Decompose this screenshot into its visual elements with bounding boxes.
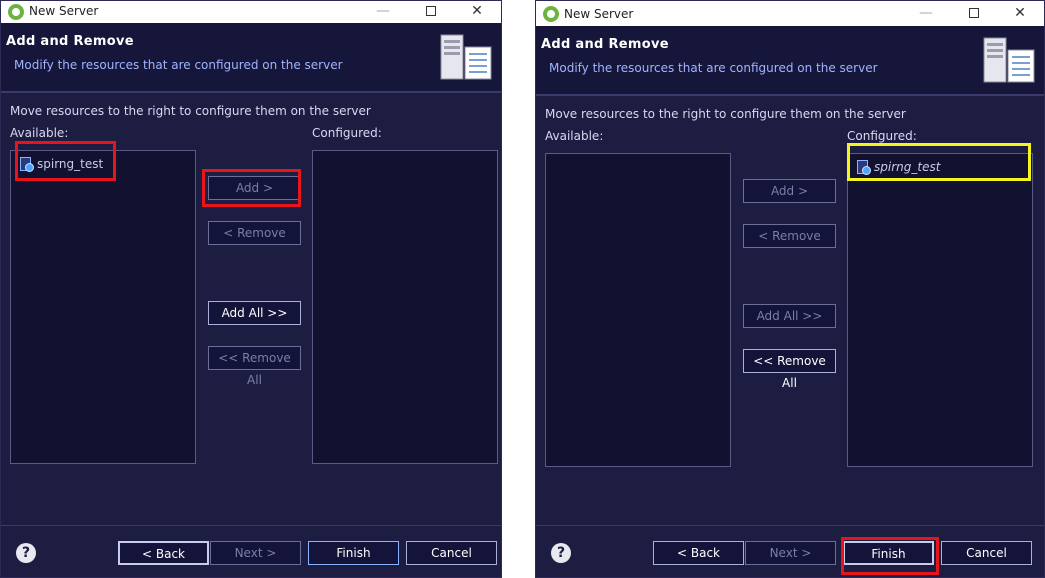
- title-bar: New Server — ✕: [536, 1, 1044, 26]
- cancel-button[interactable]: Cancel: [941, 541, 1032, 565]
- close-button[interactable]: ✕: [455, 1, 499, 23]
- remove-all-button[interactable]: << Remove All: [743, 349, 836, 390]
- configured-list[interactable]: spirng_test: [847, 153, 1033, 467]
- list-item[interactable]: spirng_test: [19, 155, 103, 173]
- project-name: spirng_test: [37, 157, 104, 171]
- maximize-button[interactable]: [952, 1, 996, 26]
- minimize-button[interactable]: —: [361, 1, 405, 23]
- title-bar: New Server — ✕: [1, 1, 501, 23]
- configured-label: Configured:: [847, 129, 917, 143]
- add-all-button[interactable]: Add All >>: [743, 304, 836, 328]
- page-subtitle: Modify the resources that are configured…: [14, 58, 343, 72]
- project-name: spirng_test: [874, 160, 941, 174]
- available-list[interactable]: [545, 153, 731, 467]
- web-project-icon: [19, 157, 34, 172]
- window-title: New Server: [29, 4, 99, 18]
- add-button[interactable]: Add >: [208, 176, 301, 200]
- close-button[interactable]: ✕: [998, 1, 1042, 26]
- server-icon: [440, 34, 492, 80]
- remove-all-button[interactable]: << Remove All: [208, 346, 301, 387]
- back-button[interactable]: < Back: [118, 541, 209, 565]
- spring-logo-icon: [543, 6, 559, 22]
- web-project-icon: [856, 160, 871, 175]
- list-item[interactable]: spirng_test: [856, 158, 940, 176]
- next-button[interactable]: Next >: [745, 541, 836, 565]
- maximize-button[interactable]: [409, 1, 453, 23]
- remove-button[interactable]: < Remove: [208, 221, 301, 245]
- configured-label: Configured:: [312, 126, 382, 140]
- wizard-body: Move resources to the right to configure…: [536, 98, 1044, 525]
- window-title: New Server: [564, 7, 634, 21]
- help-icon[interactable]: ?: [551, 543, 571, 563]
- new-server-dialog-before: New Server — ✕ Add and Remove Modify the…: [0, 0, 502, 578]
- wizard-footer: ? < Back Next > Finish Cancel: [536, 525, 1044, 577]
- next-button[interactable]: Next >: [210, 541, 301, 565]
- finish-button[interactable]: Finish: [843, 541, 934, 565]
- wizard-header: Add and Remove Modify the resources that…: [1, 23, 501, 93]
- add-all-button[interactable]: Add All >>: [208, 301, 301, 325]
- instruction-text: Move resources to the right to configure…: [545, 107, 906, 121]
- instruction-text: Move resources to the right to configure…: [10, 104, 371, 118]
- spring-logo-icon: [8, 4, 24, 20]
- page-title: Add and Remove: [541, 37, 669, 52]
- available-label: Available:: [545, 129, 604, 143]
- finish-button[interactable]: Finish: [308, 541, 399, 565]
- back-button[interactable]: < Back: [653, 541, 744, 565]
- server-icon: [983, 37, 1035, 83]
- remove-button[interactable]: < Remove: [743, 224, 836, 248]
- available-list[interactable]: spirng_test: [10, 150, 196, 464]
- wizard-footer: ? < Back Next > Finish Cancel: [1, 525, 501, 577]
- wizard-body: Move resources to the right to configure…: [1, 95, 501, 525]
- page-subtitle: Modify the resources that are configured…: [549, 61, 878, 75]
- help-icon[interactable]: ?: [16, 543, 36, 563]
- minimize-button[interactable]: —: [904, 1, 948, 26]
- new-server-dialog-after: New Server — ✕ Add and Remove Modify the…: [535, 0, 1045, 578]
- add-button[interactable]: Add >: [743, 179, 836, 203]
- configured-list[interactable]: [312, 150, 498, 464]
- cancel-button[interactable]: Cancel: [406, 541, 497, 565]
- wizard-header: Add and Remove Modify the resources that…: [536, 26, 1044, 96]
- available-label: Available:: [10, 126, 69, 140]
- page-title: Add and Remove: [6, 34, 134, 49]
